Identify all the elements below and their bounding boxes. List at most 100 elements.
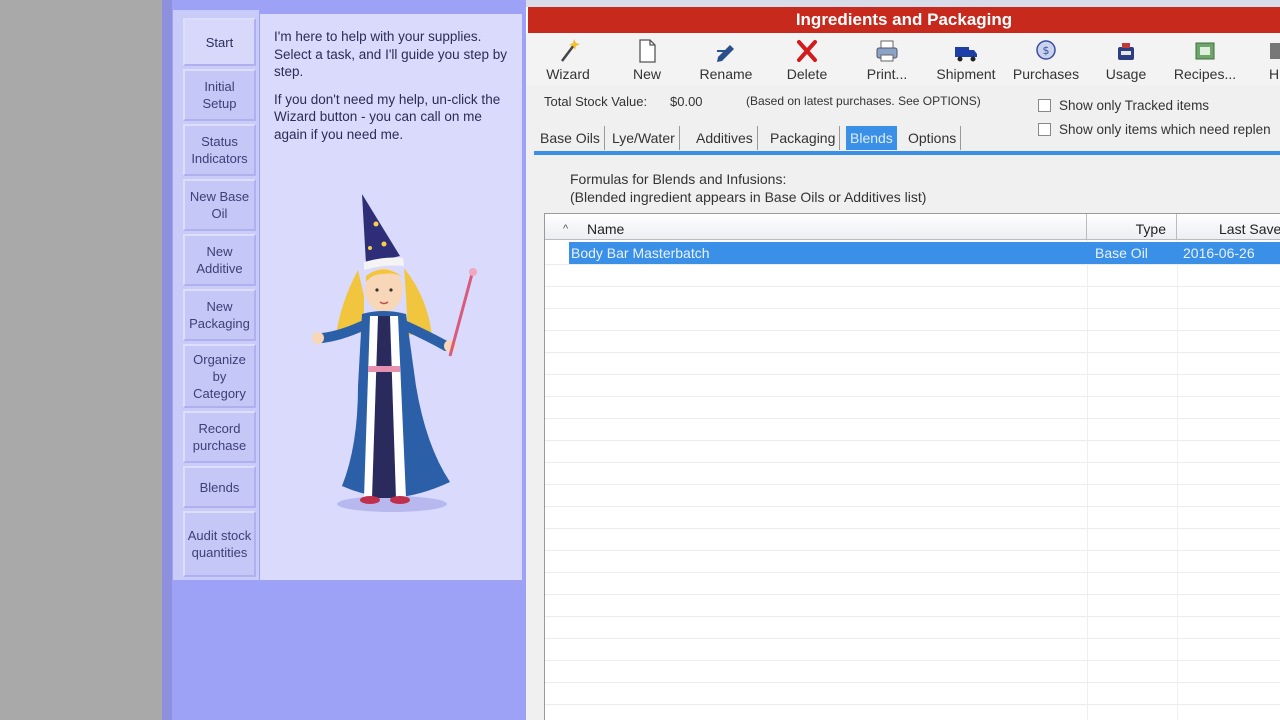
tab-base-oils[interactable]: Base Oils <box>536 126 605 150</box>
row-divider <box>545 308 1280 309</box>
print-label: Print... <box>866 66 908 82</box>
column-header-last-saved-label: Last Save <box>1219 221 1280 237</box>
formula-note: Formulas for Blends and Infusions: (Blen… <box>570 170 926 206</box>
help-icon <box>1270 43 1280 59</box>
column-header-type-label: Type <box>1135 221 1166 237</box>
tab-blends[interactable]: Blends <box>846 126 897 150</box>
purchases-button[interactable]: $ Purchases <box>1010 37 1082 82</box>
row-divider <box>545 286 1280 287</box>
wizard-character-icon <box>312 194 477 512</box>
task-initial-setup-button[interactable]: Initial Setup <box>183 69 256 121</box>
tab-lye-water[interactable]: Lye/Water <box>608 126 680 150</box>
print-button[interactable]: Print... <box>862 37 912 82</box>
wizard-label: Wizard <box>546 66 590 82</box>
blends-grid: ^ Name Type Last Save Body Bar Masterbat… <box>544 213 1280 720</box>
new-label: New <box>632 66 661 82</box>
recipes-label: Recipes... <box>1173 66 1237 82</box>
delete-x-icon <box>797 40 817 62</box>
cell-last-saved: 2016-06-26 <box>1183 245 1255 261</box>
cell-name: Body Bar Masterbatch <box>571 245 710 261</box>
delete-label: Delete <box>786 66 828 82</box>
column-divider <box>1177 240 1178 720</box>
row-divider <box>545 550 1280 551</box>
purchases-icon: $ <box>1036 40 1056 60</box>
stock-value: $0.00 <box>670 94 703 109</box>
column-header-last-saved[interactable]: Last Save <box>1177 214 1280 240</box>
column-divider <box>1087 240 1088 720</box>
cell-type: Base Oil <box>1095 245 1148 261</box>
tab-packaging[interactable]: Packaging <box>766 126 841 150</box>
wand-icon <box>561 39 580 62</box>
row-divider <box>545 704 1280 705</box>
task-blends-button[interactable]: Blends <box>183 466 256 508</box>
ingredients-window: Ingredients and Packaging Wizard New Ren… <box>526 0 1280 720</box>
rename-label: Rename <box>699 66 753 82</box>
usage-icon <box>1118 43 1134 60</box>
column-header-type[interactable]: Type <box>1087 214 1177 240</box>
recipes-button[interactable]: Recipes... <box>1170 37 1240 82</box>
help-paragraph-2: If you don't need my help, un-click the … <box>274 91 501 142</box>
purchases-label: Purchases <box>1012 66 1080 82</box>
row-divider <box>545 462 1280 463</box>
formula-note-line-2: (Blended ingredient appears in Base Oils… <box>570 189 927 205</box>
task-new-packaging-button[interactable]: New Packaging <box>183 289 256 341</box>
row-divider <box>545 330 1280 331</box>
rename-icon <box>717 45 734 62</box>
row-divider <box>545 682 1280 683</box>
toolbar: Wizard New Rename Delete Print... Shipme… <box>526 33 1280 85</box>
row-divider <box>545 374 1280 375</box>
row-divider <box>545 616 1280 617</box>
task-record-purchase-button[interactable]: Record purchase <box>183 411 256 463</box>
rename-button[interactable]: Rename <box>696 37 756 82</box>
usage-button[interactable]: Usage <box>1102 37 1150 82</box>
help-label: H <box>1268 66 1280 82</box>
help-paragraph-1: I'm here to help with your supplies. Sel… <box>274 29 507 79</box>
row-divider <box>545 660 1280 661</box>
recipes-icon <box>1195 42 1215 60</box>
help-button[interactable]: H <box>1264 37 1280 82</box>
row-divider <box>545 418 1280 419</box>
table-row[interactable]: Body Bar Masterbatch Base Oil 2016-06-26 <box>569 242 1280 264</box>
window-title: Ingredients and Packaging <box>528 7 1280 33</box>
row-divider <box>545 264 1280 265</box>
grid-header: ^ Name Type Last Save <box>545 214 1280 240</box>
stock-value-label: Total Stock Value: <box>544 94 648 109</box>
row-divider <box>545 440 1280 441</box>
tracked-items-checkbox[interactable] <box>1038 99 1051 112</box>
task-status-indicators-button[interactable]: Status Indicators <box>183 124 256 176</box>
column-header-name-label: Name <box>587 221 625 237</box>
column-header-name[interactable]: ^ Name <box>545 214 1087 240</box>
task-start-button[interactable]: Start <box>183 18 256 66</box>
tab-options[interactable]: Options <box>904 126 962 150</box>
row-divider <box>545 396 1280 397</box>
row-divider <box>545 528 1280 529</box>
delete-button[interactable]: Delete <box>782 37 832 82</box>
truck-icon <box>955 47 977 62</box>
row-divider <box>545 484 1280 485</box>
replenish-label: Show only items which need replen <box>1059 122 1271 137</box>
replenish-checkbox[interactable] <box>1038 123 1051 136</box>
shipment-button[interactable]: Shipment <box>930 37 1002 82</box>
tab-additives[interactable]: Additives <box>692 126 758 150</box>
panel-edge <box>162 0 172 720</box>
row-divider <box>545 594 1280 595</box>
task-organize-category-button[interactable]: Organize by Category <box>183 344 256 408</box>
tracked-items-label: Show only Tracked items <box>1059 98 1210 113</box>
row-divider <box>545 506 1280 507</box>
window-top-strip <box>526 0 1280 7</box>
row-divider <box>545 638 1280 639</box>
sort-indicator: ^ <box>563 223 569 235</box>
row-divider <box>545 352 1280 353</box>
usage-label: Usage <box>1105 66 1147 82</box>
svg-text:$: $ <box>1043 44 1050 57</box>
new-button[interactable]: New <box>628 37 666 82</box>
new-document-icon <box>639 39 656 63</box>
row-divider <box>545 572 1280 573</box>
task-new-base-oil-button[interactable]: New Base Oil <box>183 179 256 231</box>
stock-note: (Based on latest purchases. See OPTIONS) <box>746 94 981 108</box>
task-audit-stock-button[interactable]: Audit stock quantities <box>183 511 256 577</box>
wizard-help-text: I'm here to help with your supplies. Sel… <box>274 28 518 153</box>
wizard-button[interactable]: Wizard <box>544 37 592 82</box>
task-new-additive-button[interactable]: New Additive <box>183 234 256 286</box>
formula-note-line-1: Formulas for Blends and Infusions: <box>570 171 787 187</box>
